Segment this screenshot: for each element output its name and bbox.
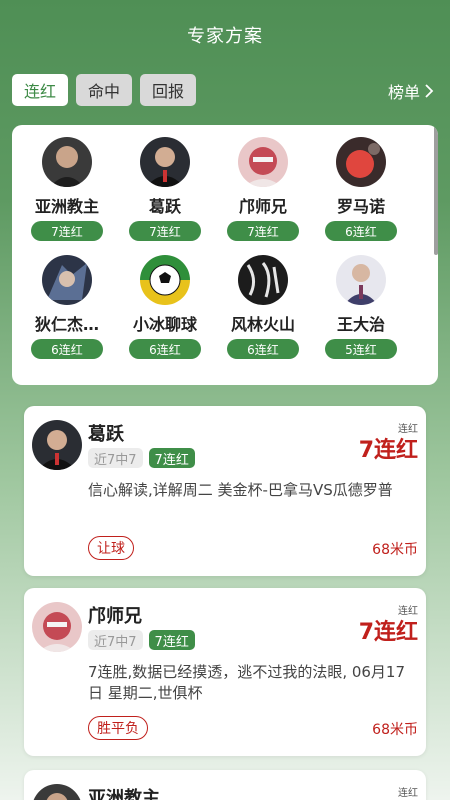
avatar: [42, 255, 92, 305]
price: 68米币: [372, 722, 418, 738]
avatar: [238, 255, 288, 305]
expert-item[interactable]: 小冰聊球 6连红: [116, 255, 214, 359]
plan-card[interactable]: 葛跃 近7中7 7连红 连红 7连红 信心解读,详解周二 美金杯-巴拿马VS瓜德…: [24, 406, 426, 576]
expert-name: 亚洲教主: [34, 197, 99, 216]
price: 68米币: [372, 542, 418, 558]
avatar: [140, 137, 190, 187]
expert-item[interactable]: 罗马诺 6连红: [312, 137, 410, 241]
streak-tag: 7连红: [148, 448, 195, 468]
market-tag: 胜平负: [88, 716, 148, 740]
streak-label: 连红: [398, 788, 418, 799]
streak-badge: 6连红: [325, 221, 397, 241]
ranking-label: 榜单: [387, 83, 420, 102]
avatar: [336, 137, 386, 187]
expert-item[interactable]: 王大治 5连红: [312, 255, 410, 359]
plan-card[interactable]: 邝师兄 近7中7 7连红 连红 7连红 7连胜,数据已经摸透，逃不过我的法眼, …: [24, 588, 426, 756]
expert-item[interactable]: 葛跃 7连红: [116, 137, 214, 241]
avatar: [32, 420, 82, 470]
avatar: [238, 137, 288, 187]
tab-return[interactable]: 回报: [140, 74, 197, 106]
page-title: 专家方案: [187, 26, 263, 47]
expert-item[interactable]: 亚洲教主 7连红: [18, 137, 116, 241]
chevron-right-icon: [425, 84, 434, 98]
streak-badge: 7连红: [129, 221, 201, 241]
expert-name: 亚洲教主: [88, 788, 160, 800]
streak-badge: 7连红: [227, 221, 299, 241]
tab-streak[interactable]: 连红: [12, 74, 69, 106]
streak-badge: 5连红: [325, 339, 397, 359]
avatar: [42, 137, 92, 187]
expert-name: 葛跃: [148, 197, 181, 216]
expert-name: 狄仁杰…: [34, 315, 99, 334]
filter-tabs: 连红 命中 回报: [12, 74, 197, 106]
recent-record-tag: 近7中7: [88, 630, 143, 650]
plan-card[interactable]: 亚洲教主 连红: [24, 770, 426, 800]
avatar: [32, 784, 82, 800]
plan-description: 信心解读,详解周二 美金杯-巴拿马VS瓜德罗普: [88, 481, 393, 499]
streak-value: 7连红: [358, 620, 418, 645]
expert-name: 葛跃: [88, 424, 124, 445]
expert-name: 小冰聊球: [132, 315, 197, 334]
expert-item[interactable]: 风林火山 6连红: [214, 255, 312, 359]
expert-name: 王大治: [336, 315, 385, 334]
expert-item[interactable]: 狄仁杰… 6连红: [18, 255, 116, 359]
avatar: [140, 255, 190, 305]
tab-hit[interactable]: 命中: [76, 74, 133, 106]
scrollbar[interactable]: [434, 125, 438, 255]
streak-badge: 6连红: [129, 339, 201, 359]
expert-name: 邝师兄: [88, 606, 142, 627]
recent-record-tag: 近7中7: [88, 448, 143, 468]
plan-description: 7连胜,数据已经摸透，逃不过我的法眼, 06月17日 星期二,世俱杯: [88, 663, 406, 702]
market-tag: 让球: [88, 536, 134, 560]
streak-badge: 7连红: [31, 221, 103, 241]
streak-badge: 6连红: [227, 339, 299, 359]
experts-card: 亚洲教主 7连红 葛跃 7连红 邝师兄 7连红 罗马诺 6连红 狄仁杰… 6连红…: [12, 125, 438, 385]
expert-item[interactable]: 邝师兄 7连红: [214, 137, 312, 241]
ranking-link[interactable]: 榜单: [388, 79, 434, 103]
streak-value: 7连红: [358, 438, 418, 463]
expert-name: 罗马诺: [336, 197, 385, 216]
avatar: [336, 255, 386, 305]
expert-name: 邝师兄: [238, 197, 287, 216]
streak-badge: 6连红: [31, 339, 103, 359]
avatar: [32, 602, 82, 652]
streak-tag: 7连红: [148, 630, 195, 650]
expert-name: 风林火山: [230, 315, 295, 334]
